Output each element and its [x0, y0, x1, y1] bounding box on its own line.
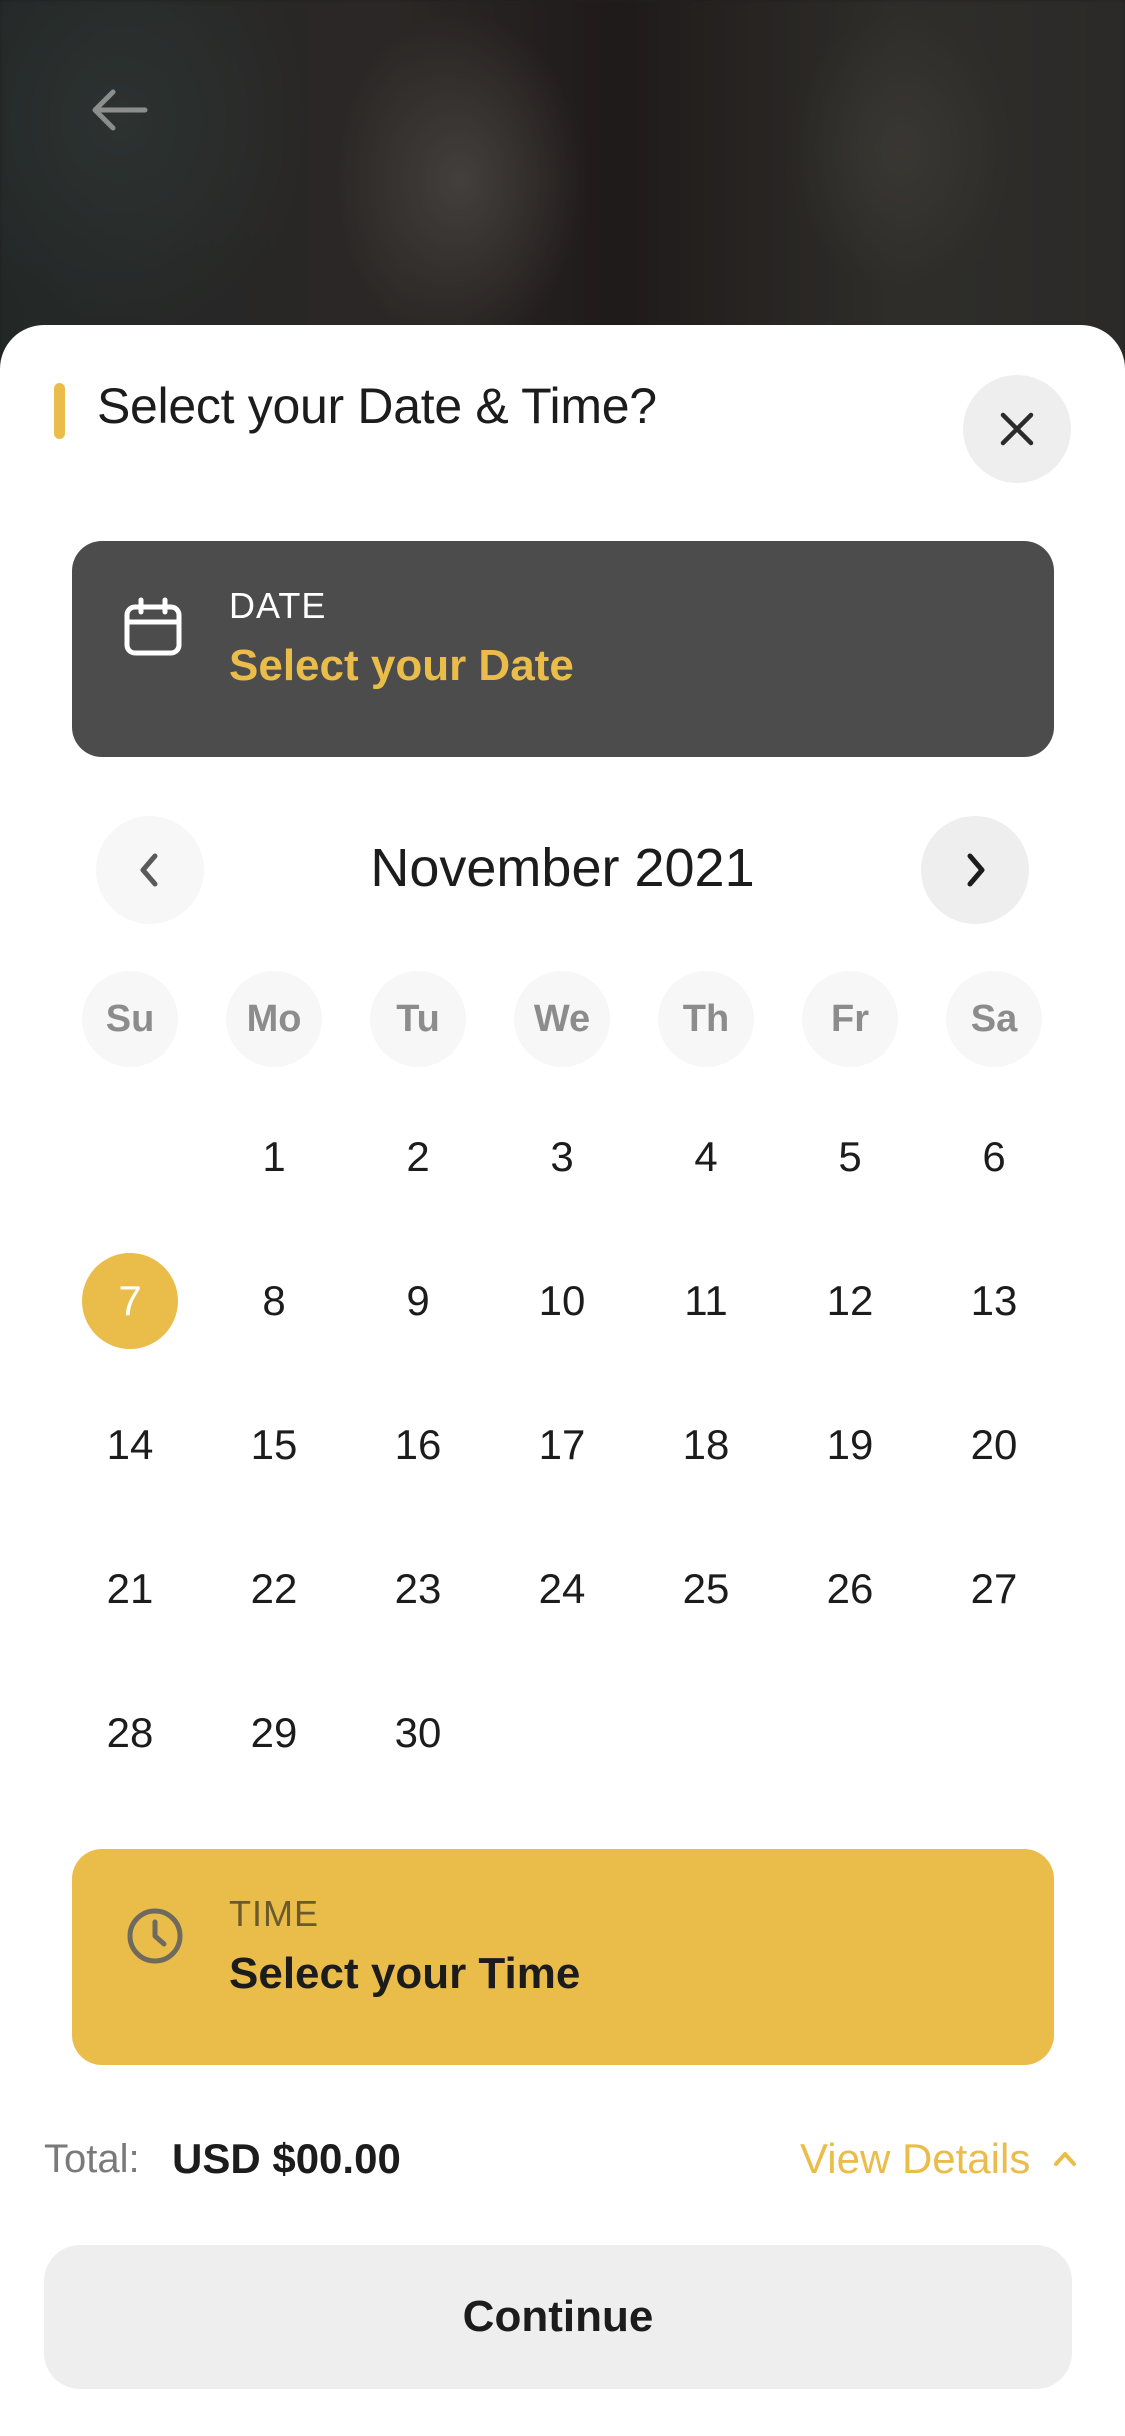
date-card-label: DATE — [229, 585, 327, 626]
calendar-day[interactable]: 6 — [946, 1109, 1042, 1205]
calendar-day-selected[interactable]: 7 — [82, 1253, 178, 1349]
calendar-day[interactable]: 29 — [226, 1685, 322, 1781]
clock-icon — [127, 1908, 183, 1964]
calendar-day[interactable]: 13 — [946, 1253, 1042, 1349]
hero-overlay — [0, 0, 1125, 360]
time-card-label: TIME — [229, 1893, 319, 1934]
date-card-value: Select your Date — [229, 641, 574, 690]
calendar-day[interactable]: 28 — [82, 1685, 178, 1781]
previous-month-button[interactable] — [96, 816, 204, 924]
calendar-day[interactable]: 11 — [658, 1253, 754, 1349]
close-button[interactable] — [963, 375, 1071, 483]
calendar-day[interactable]: 9 — [370, 1253, 466, 1349]
calendar-day[interactable]: 1 — [226, 1109, 322, 1205]
calendar-day[interactable]: 19 — [802, 1397, 898, 1493]
total-label: Total: — [44, 2137, 140, 2181]
calendar-day[interactable]: 26 — [802, 1541, 898, 1637]
date-time-bottom-sheet: Select your Date & Time? DATE Select you… — [0, 325, 1125, 2436]
calendar-day[interactable]: 4 — [658, 1109, 754, 1205]
calendar-day[interactable]: 24 — [514, 1541, 610, 1637]
arrow-left-icon — [92, 89, 148, 131]
calendar-day[interactable]: 22 — [226, 1541, 322, 1637]
calendar-day[interactable]: 15 — [226, 1397, 322, 1493]
calendar-day[interactable]: 20 — [946, 1397, 1042, 1493]
close-icon — [1000, 412, 1034, 446]
calendar-day[interactable]: 25 — [658, 1541, 754, 1637]
calendar-day[interactable]: 10 — [514, 1253, 610, 1349]
back-button[interactable] — [84, 80, 154, 140]
calendar-day[interactable]: 23 — [370, 1541, 466, 1637]
weekday-label: Tu — [370, 971, 466, 1067]
calendar-day[interactable]: 5 — [802, 1109, 898, 1205]
weekday-label: Mo — [226, 971, 322, 1067]
calendar-day[interactable]: 2 — [370, 1109, 466, 1205]
calendar-day[interactable]: 27 — [946, 1541, 1042, 1637]
calendar-day[interactable]: 18 — [658, 1397, 754, 1493]
chevron-right-icon — [967, 853, 985, 887]
continue-button[interactable]: Continue — [44, 2245, 1072, 2389]
total-amount: USD $00.00 — [172, 2135, 401, 2182]
calendar-day[interactable]: 16 — [370, 1397, 466, 1493]
weekday-label: Th — [658, 971, 754, 1067]
sheet-title: Select your Date & Time? — [97, 378, 657, 434]
month-title: November 2021 — [370, 838, 755, 898]
next-month-button[interactable] — [921, 816, 1029, 924]
calendar-day[interactable]: 3 — [514, 1109, 610, 1205]
chevron-up-icon — [1054, 2152, 1077, 2166]
calendar-day[interactable]: 14 — [82, 1397, 178, 1493]
calendar-day[interactable]: 21 — [82, 1541, 178, 1637]
weekday-label: Sa — [946, 971, 1042, 1067]
calendar-day[interactable]: 17 — [514, 1397, 610, 1493]
chevron-left-icon — [140, 853, 158, 887]
weekday-label: Fr — [802, 971, 898, 1067]
weekday-label: Su — [82, 971, 178, 1067]
calendar-day[interactable]: 30 — [370, 1685, 466, 1781]
weekday-label: We — [514, 971, 610, 1067]
title-accent-bar — [54, 383, 65, 439]
view-details-label: View Details — [800, 2135, 1031, 2182]
view-details-link[interactable]: View Details — [800, 2135, 1080, 2183]
date-selector-card[interactable]: DATE Select your Date — [72, 541, 1054, 757]
calendar-day[interactable]: 8 — [226, 1253, 322, 1349]
time-selector-card[interactable]: TIME Select your Time — [72, 1849, 1054, 2065]
time-card-value: Select your Time — [229, 1949, 581, 1998]
calendar-icon — [124, 597, 182, 656]
calendar-day[interactable]: 12 — [802, 1253, 898, 1349]
